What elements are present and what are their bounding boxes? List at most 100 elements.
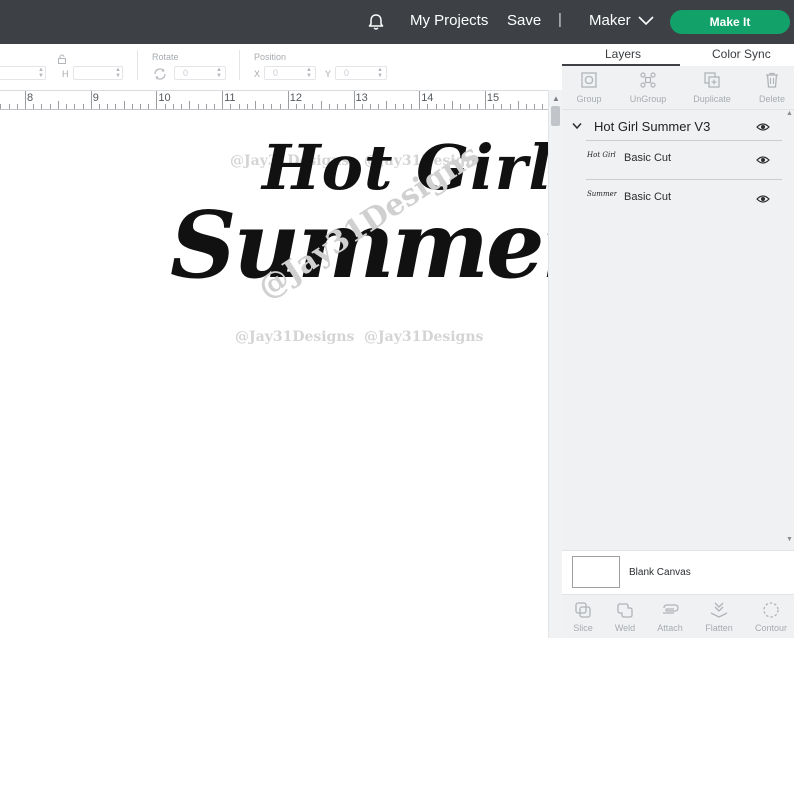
group-icon <box>581 72 597 88</box>
flatten-icon <box>710 602 728 618</box>
canvas-scrollbar[interactable]: ▲ <box>548 90 562 638</box>
eye-icon[interactable] <box>756 122 770 132</box>
layer-row[interactable]: Summer Basic Cut <box>586 179 782 217</box>
slice-label: Slice <box>573 623 593 633</box>
duplicate-label: Duplicate <box>693 94 731 104</box>
tab-layers[interactable]: Layers <box>605 47 641 61</box>
y-label: Y <box>325 69 332 79</box>
ruler-tick <box>238 104 240 109</box>
ruler-tick <box>263 104 265 109</box>
toolbar-divider <box>137 50 138 80</box>
layer-group-name: Hot Girl Summer V3 <box>594 119 711 134</box>
layer-row[interactable]: Hot Girl Basic Cut <box>586 140 782 178</box>
ruler-tick <box>419 91 421 109</box>
ruler-tick <box>156 91 158 109</box>
canvas-color-swatch[interactable] <box>572 556 620 588</box>
attach-label: Attach <box>657 623 683 633</box>
ruler-tick <box>271 104 273 109</box>
save-button[interactable]: Save <box>507 12 541 29</box>
width-stepper[interactable]: ▲ ▼ <box>38 67 44 79</box>
topbar-separator: | <box>558 11 562 28</box>
ruler-tick <box>345 104 347 109</box>
ruler-tick <box>74 104 76 109</box>
ruler-tick <box>189 101 191 109</box>
ruler-tick <box>25 91 26 109</box>
position-label: Position <box>254 52 287 62</box>
ruler-tick <box>328 104 330 109</box>
ruler-tick <box>526 104 527 109</box>
chevron-down-icon[interactable] <box>638 16 654 26</box>
rotate-stepper[interactable]: ▲ ▼ <box>216 67 222 79</box>
panel-scroll-up-arrow[interactable]: ▲ <box>786 110 793 117</box>
toolbar-divider <box>239 50 240 80</box>
ruler-tick <box>296 104 297 109</box>
ruler-tick <box>386 101 388 109</box>
ruler-number: 15 <box>486 92 500 104</box>
ruler-number: 11 <box>224 92 236 104</box>
duplicate-button[interactable]: Duplicate <box>682 71 742 104</box>
flatten-button[interactable]: Flatten <box>696 601 742 633</box>
ruler-tick <box>517 101 519 109</box>
ruler-tick <box>98 104 100 109</box>
ruler-tick <box>452 101 453 109</box>
blank-canvas-row[interactable]: Blank Canvas <box>562 550 794 594</box>
y-stepper[interactable]: ▲ ▼ <box>377 67 383 79</box>
panel-scroll-down-arrow[interactable]: ▼ <box>786 536 793 543</box>
ruler-number: 13 <box>355 92 368 104</box>
watermark-text: @Jay31Designs <box>364 329 484 345</box>
ruler-tick <box>476 104 478 109</box>
contour-button[interactable]: Contour <box>748 601 794 633</box>
ruler-tick <box>213 104 215 109</box>
ruler-tick <box>484 91 486 109</box>
height-stepper[interactable]: ▲ ▼ <box>115 67 121 79</box>
ruler-number: 8 <box>27 92 34 104</box>
my-projects-link[interactable]: My Projects <box>410 12 488 29</box>
machine-selector[interactable]: Maker <box>589 12 631 29</box>
tab-color-sync[interactable]: Color Sync <box>712 47 771 61</box>
weld-label: Weld <box>614 623 636 633</box>
chevron-down-icon[interactable] <box>572 122 582 130</box>
ruler-tick <box>312 104 314 109</box>
canvas-area[interactable]: @Jay31Designs @Jay31Designs Hot Girl Sum… <box>0 111 548 638</box>
ruler-tick <box>82 104 84 109</box>
lock-icon[interactable] <box>57 54 67 64</box>
ungroup-button[interactable]: UnGroup <box>618 71 678 104</box>
delete-button[interactable]: Delete <box>742 71 794 104</box>
group-button[interactable]: Group <box>559 71 619 104</box>
flatten-label: Flatten <box>705 623 733 633</box>
eye-icon[interactable] <box>756 194 770 204</box>
ruler-tick <box>41 104 43 109</box>
ruler-tick <box>222 91 224 109</box>
ruler-tick <box>123 101 125 109</box>
scroll-thumb[interactable] <box>551 106 560 126</box>
ungroup-icon <box>640 72 656 88</box>
layer-actions: Group UnGroup Duplicate Delete <box>562 66 794 110</box>
contour-icon <box>763 602 779 618</box>
ruler-tick <box>460 104 462 109</box>
ruler-number: 14 <box>421 92 434 104</box>
weld-icon <box>617 603 633 618</box>
ruler-number: 9 <box>92 92 99 104</box>
x-label: X <box>254 69 261 79</box>
layer-group-row[interactable]: Hot Girl Summer V3 <box>562 116 794 138</box>
make-it-button[interactable]: Make It <box>670 10 790 34</box>
panel-tabs: Layers Color Sync <box>562 44 794 66</box>
weld-button[interactable]: Weld <box>602 601 648 633</box>
ruler-tick <box>66 104 68 109</box>
ruler-tick <box>230 104 232 109</box>
eye-icon[interactable] <box>756 155 770 165</box>
ruler-tick <box>57 101 59 109</box>
ruler-tick <box>172 104 174 109</box>
ruler-tick <box>255 101 256 109</box>
attach-button[interactable]: Attach <box>647 601 693 633</box>
edit-toolbar: ▲ ▼ H ▲ ▼ Rotate 0 ▲ ▼ Position X 0 ▲ ▼ Y 0 … <box>0 44 562 90</box>
slice-button[interactable]: Slice <box>560 601 606 633</box>
rotate-icon[interactable] <box>152 67 168 81</box>
x-stepper[interactable]: ▲ ▼ <box>306 67 312 79</box>
ruler-number: 12 <box>289 92 303 104</box>
bell-icon[interactable] <box>366 12 386 32</box>
ruler-tick <box>205 104 207 109</box>
ruler-tick <box>427 104 429 109</box>
ruler-tick <box>509 104 511 109</box>
ruler-tick <box>164 104 166 109</box>
